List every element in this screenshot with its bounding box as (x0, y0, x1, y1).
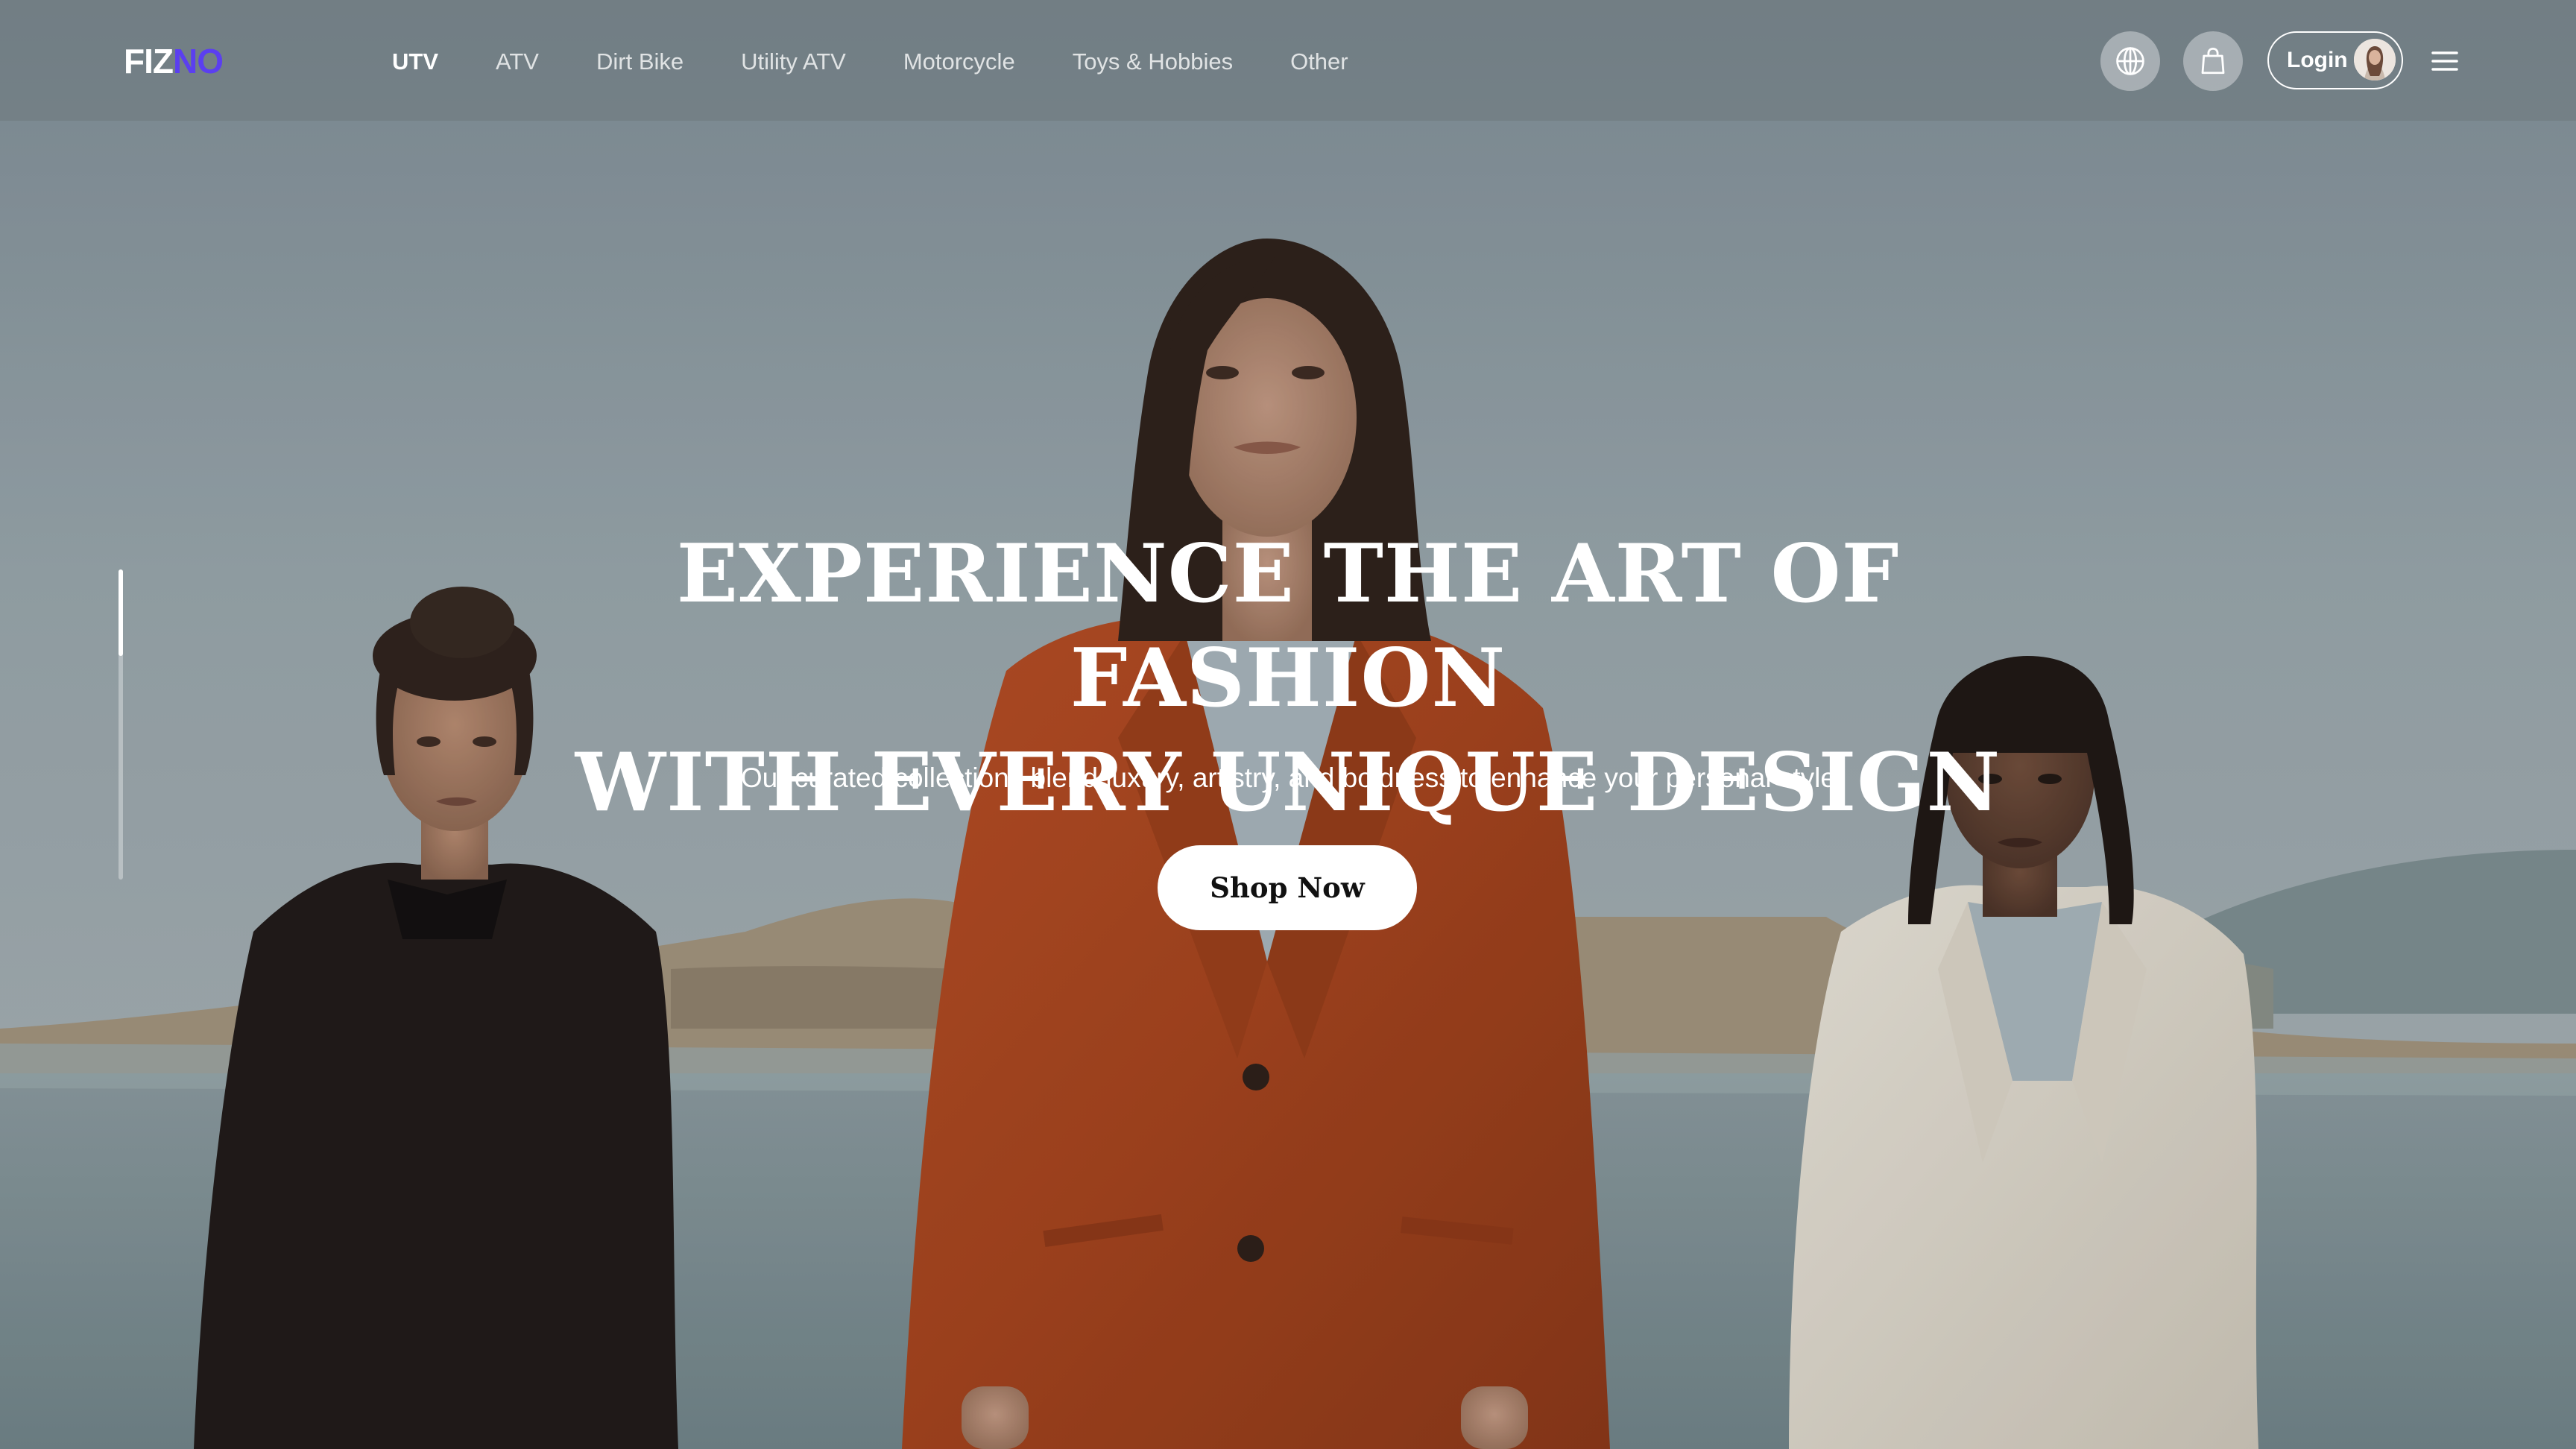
user-avatar (2354, 39, 2396, 80)
site-header: FIZNO UTV ATV Dirt Bike Utility ATV Moto… (0, 0, 2576, 121)
cart-button[interactable] (2183, 31, 2243, 91)
nav-item-motorcycle[interactable]: Motorcycle (903, 42, 1015, 82)
nav-item-other[interactable]: Other (1290, 42, 1348, 82)
nav-item-toys-hobbies[interactable]: Toys & Hobbies (1073, 42, 1233, 82)
slide-progress-indicator[interactable] (119, 569, 123, 880)
logo-text-accent: NO (172, 42, 224, 80)
slide-progress-fill (119, 569, 123, 657)
nav-item-atv[interactable]: ATV (496, 42, 539, 82)
login-button[interactable]: Login (2267, 31, 2403, 89)
shop-now-button[interactable]: Shop Now (1158, 845, 1417, 930)
hero-subtitle: "Our curated collections blend luxury, a… (730, 763, 1846, 793)
brand-logo[interactable]: FIZNO (124, 39, 224, 83)
hero-headline-line-1: EXPERIENCE THE ART OF FASHION (676, 527, 1900, 725)
shopping-bag-icon (2201, 47, 2225, 75)
hamburger-menu-button[interactable] (2431, 46, 2458, 76)
login-label: Login (2287, 48, 2348, 72)
globe-icon (2116, 47, 2144, 75)
hamburger-menu-icon (2431, 51, 2458, 71)
main-nav: UTV ATV Dirt Bike Utility ATV Motorcycle… (392, 42, 1406, 82)
logo-text-primary: FIZ (124, 42, 174, 80)
nav-item-dirt-bike[interactable]: Dirt Bike (596, 42, 684, 82)
language-button[interactable] (2100, 31, 2160, 91)
nav-item-utility-atv[interactable]: Utility ATV (741, 42, 846, 82)
nav-item-utv[interactable]: UTV (392, 42, 438, 82)
